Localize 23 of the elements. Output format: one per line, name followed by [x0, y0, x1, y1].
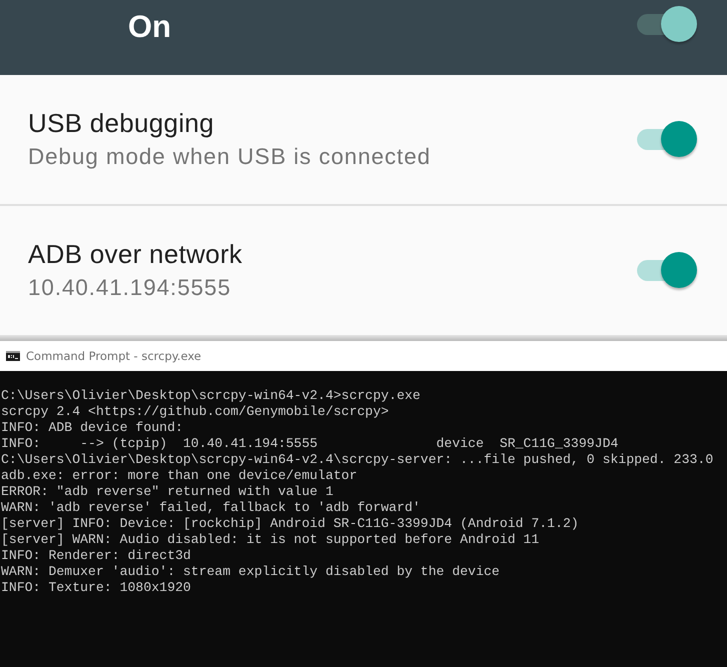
console-line: ERROR: "adb reverse" returned with value 1 [1, 484, 334, 500]
console-line: [server] WARN: Audio disabled: it is not supported before Android 11 [1, 532, 540, 548]
console-line: INFO: ADB device found: [1, 420, 184, 436]
console-line: INFO: --> (tcpip) 10.40.41.194:5555 device SR_C11G_3399JD4 [1, 436, 618, 452]
console-line: INFO: Renderer: direct3d [1, 548, 191, 564]
console-line: C:\Users\Olivier\Desktop\scrcpy-win64-v2.4\scrcpy-server: ...file pushed, 0 skipped. 233.0 [1, 452, 714, 468]
console-line: WARN: 'adb reverse' failed, fallback to 'adb forward' [1, 500, 420, 516]
setting-toggle[interactable] [637, 120, 697, 158]
setting-subtitle: Debug mode when USB is connected [28, 142, 431, 171]
setting-toggle[interactable] [637, 252, 697, 290]
console-line: WARN: Demuxer 'audio': stream explicitly disabled by the device [1, 564, 500, 580]
console-line: INFO: Texture: 1080x1920 [1, 580, 191, 596]
console-line: adb.exe: error: more than one device/emulator [1, 468, 358, 484]
terminal-icon [6, 351, 20, 361]
console-line: scrcpy 2.4 <https://github.com/Genymobile/scrcpy> [1, 404, 389, 420]
console-line: [server] INFO: Device: [rockchip] Android SR-C11G-3399JD4 (Android 7.1.2) [1, 516, 579, 532]
console-line: C:\Users\Olivier\Desktop\scrcpy-win64-v2.4>scrcpy.exe [1, 388, 420, 404]
setting-title: USB debugging [28, 108, 216, 138]
setting-title: ADB over network [28, 238, 242, 268]
master-switch-label: On [128, 8, 172, 44]
master-toggle[interactable] [637, 6, 697, 44]
window-title: Command Prompt - scrcpy.exe [26, 349, 202, 363]
setting-subtitle: 10.40.41.194:5555 [28, 274, 232, 302]
